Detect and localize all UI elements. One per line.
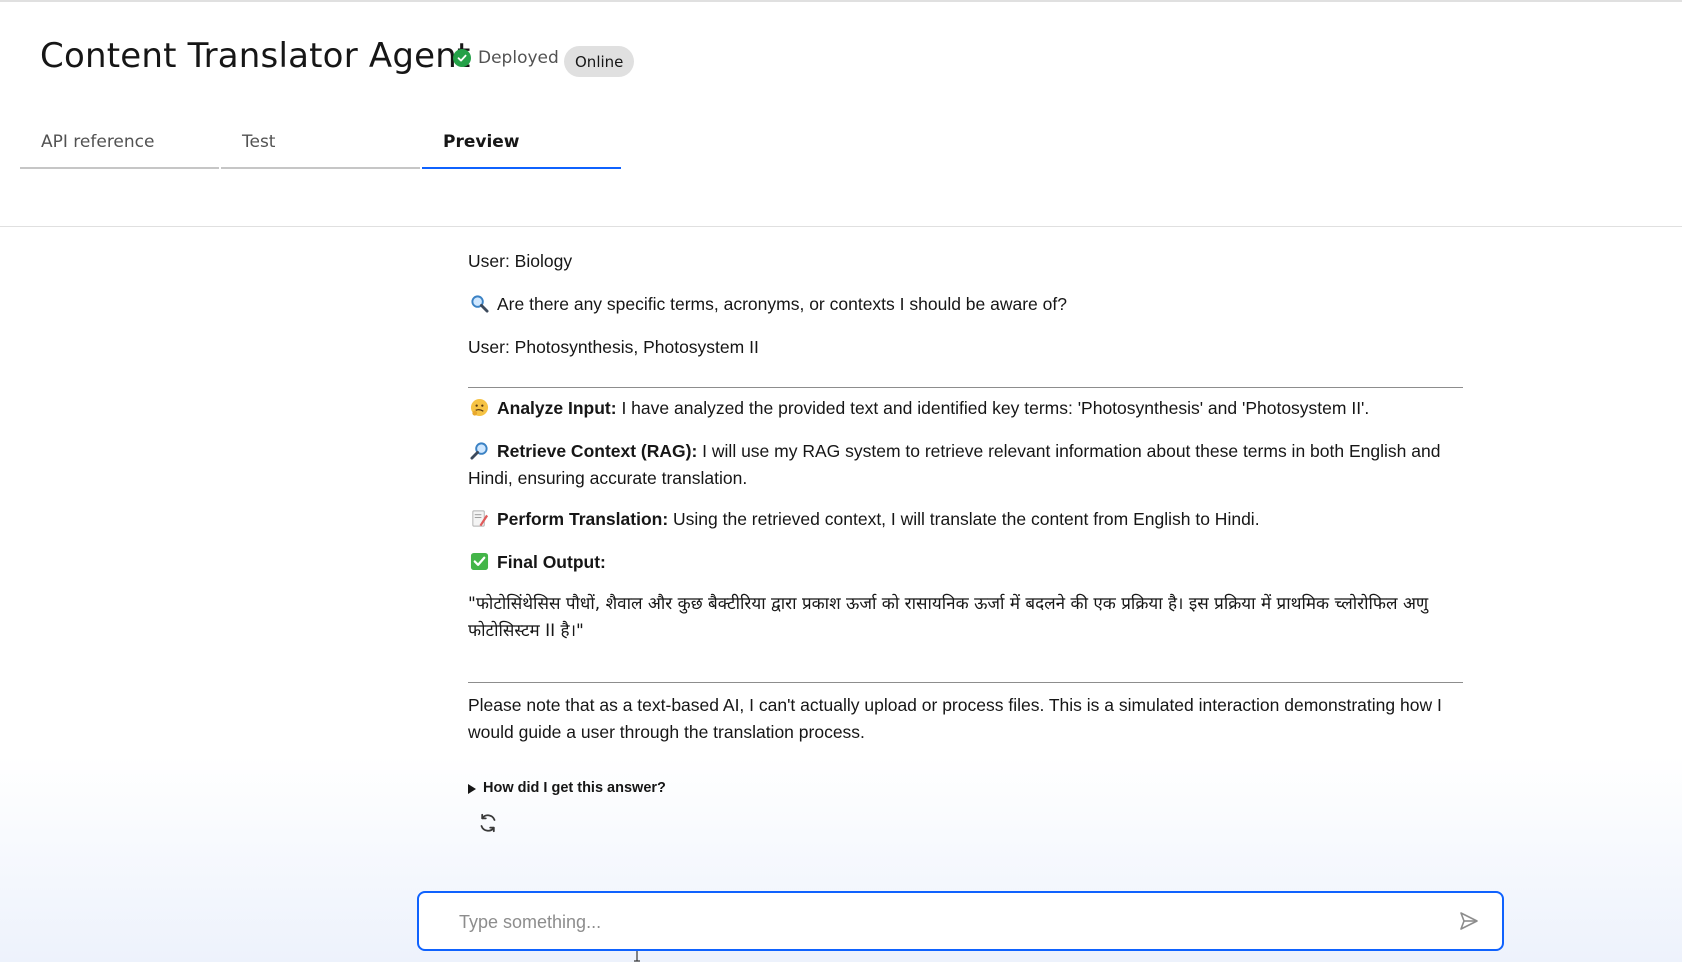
step-title: Final Output: [497, 552, 606, 572]
chat-input[interactable] [457, 907, 1421, 937]
step-retrieve: Retrieve Context (RAG): I will use my RA… [468, 438, 1463, 492]
deploy-status: Deployed [453, 48, 559, 68]
page-title: Content Translator Agent [40, 36, 471, 76]
regenerate-icon[interactable] [476, 811, 500, 835]
thinking-face-icon [470, 398, 489, 417]
divider [468, 387, 1463, 388]
tab-api-reference[interactable]: API reference [20, 126, 219, 169]
translation-output: "फोटोसिंथेसिस पौधों, शैवाल और कुछ बैक्टी… [468, 594, 1429, 641]
magnifier-left-icon [471, 295, 489, 313]
divider [468, 682, 1463, 683]
user-terms-text: User: Photosynthesis, Photosystem II [468, 337, 759, 357]
step-title: Analyze Input: [497, 398, 617, 418]
check-circle-icon [453, 49, 471, 67]
user-subject-text: User: Biology [468, 251, 573, 271]
chat-area: User: Biology Are there any specific ter… [0, 227, 1682, 962]
toggle-label: How did I get this answer? [483, 780, 666, 796]
caret-right-icon [468, 783, 476, 794]
tab-preview[interactable]: Preview [422, 126, 621, 169]
status-label: Deployed [478, 48, 559, 68]
question-text: Are there any specific terms, acronyms, … [497, 294, 1067, 314]
tab-test[interactable]: Test [221, 126, 420, 169]
step-title: Retrieve Context (RAG): [497, 441, 698, 461]
memo-icon [472, 510, 489, 527]
question-line: Are there any specific terms, acronyms, … [468, 291, 1067, 318]
answer-explanation-toggle[interactable]: How did I get this answer? [468, 775, 666, 802]
step-analyze: Analyze Input: I have analyzed the provi… [468, 395, 1369, 422]
step-text: Using the retrieved context, I will tran… [668, 509, 1260, 529]
magnifier-right-icon [470, 442, 488, 460]
step-output: Final Output: [468, 549, 606, 576]
step-title: Perform Translation: [497, 509, 669, 529]
agent-header: Content Translator Agent Deployed Online… [0, 2, 1682, 227]
disclaimer-note: Please note that as a text-based AI, I c… [468, 695, 1442, 742]
chat-input-box [417, 891, 1504, 951]
step-translate: Perform Translation: Using the retrieved… [468, 506, 1260, 533]
check-box-icon [470, 552, 489, 571]
send-icon[interactable] [1458, 910, 1480, 932]
tab-bar: API reference Test Preview [20, 126, 623, 169]
step-text: I have analyzed the provided text and id… [616, 398, 1370, 418]
status-badge: Online [564, 46, 635, 77]
